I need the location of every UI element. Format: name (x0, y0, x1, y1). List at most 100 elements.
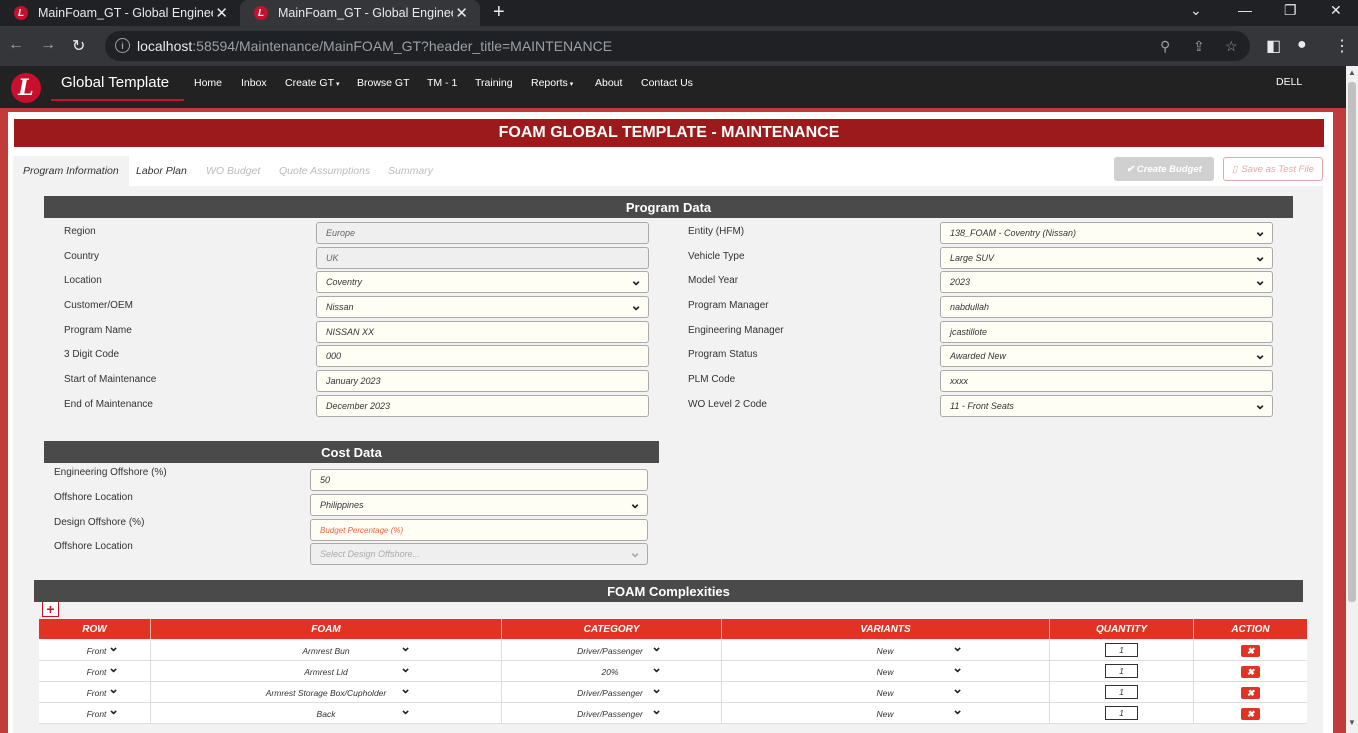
model-year-select[interactable]: 2023 (940, 271, 1273, 293)
vehicle-type-label: Vehicle Type (688, 251, 745, 262)
plm-code-label: PLM Code (688, 374, 736, 385)
quantity-input[interactable]: 1 (1105, 706, 1138, 720)
minimize-icon[interactable]: — (1238, 2, 1252, 18)
scrollbar-thumb[interactable] (1348, 82, 1356, 602)
variants-select[interactable]: New (807, 702, 963, 721)
close-tab-icon[interactable]: ✕ (215, 4, 228, 22)
brand-title[interactable]: Global Template (61, 74, 169, 91)
start-maintenance-input[interactable]: January 2023 (316, 370, 649, 392)
country-field: UK (316, 247, 649, 269)
row-select[interactable]: Front (74, 681, 119, 700)
program-manager-input[interactable]: nabdullah (940, 296, 1273, 318)
engineering-manager-input[interactable]: jcastillote (940, 321, 1273, 343)
design-offshore-input[interactable]: Budget Percentage (%) (310, 519, 648, 541)
create-budget-button[interactable]: ✔ Create Budget (1114, 157, 1214, 181)
plm-code-input[interactable]: xxxx (940, 370, 1273, 392)
variants-select[interactable]: New (807, 639, 963, 658)
customer-oem-label: Customer/OEM (64, 300, 133, 311)
vehicle-type-select[interactable]: Large SUV (940, 247, 1273, 269)
row-select[interactable]: Front (74, 702, 119, 721)
close-window-icon[interactable]: ✕ (1330, 2, 1342, 19)
delete-row-icon[interactable]: ✖ (1241, 708, 1260, 720)
tab-summary[interactable]: Summary (388, 156, 433, 186)
nav-create-gt[interactable]: Create GT ▾ (285, 77, 339, 89)
region-field: Europe (316, 222, 649, 244)
country-label: Country (64, 251, 100, 262)
url-path: :58594/Maintenance/MainFOAM_GT?header_ti… (192, 38, 613, 54)
scroll-up-icon[interactable]: ▲ (1348, 68, 1356, 77)
category-select[interactable]: Driver/Passenger (558, 639, 662, 658)
category-select[interactable]: Driver/Passenger (558, 702, 662, 721)
engineering-manager-label: Engineering Manager (688, 325, 784, 336)
nav-about[interactable]: About (595, 77, 622, 89)
program-status-select[interactable]: Awarded New (940, 345, 1273, 367)
delete-row-icon[interactable]: ✖ (1241, 687, 1260, 699)
end-maintenance-input[interactable]: December 2023 (316, 395, 649, 417)
brand-underline (51, 99, 184, 101)
tab-quote-assumptions[interactable]: Quote Assumptions (279, 156, 370, 186)
entity-select[interactable]: 138_FOAM - Coventry (Nissan) (940, 222, 1273, 244)
zoom-icon[interactable]: ⚲ (1160, 38, 1170, 55)
nav-reports[interactable]: Reports ▾ (531, 77, 573, 89)
foam-select[interactable]: Back (241, 702, 411, 721)
forward-icon[interactable]: → (40, 36, 56, 54)
col-row: ROW (39, 619, 151, 639)
engineering-offshore-input[interactable]: 50 (310, 469, 648, 491)
page-banner: FOAM GLOBAL TEMPLATE - MAINTENANCE (14, 119, 1324, 147)
star-icon[interactable]: ☆ (1225, 38, 1238, 55)
nav-browse-gt[interactable]: Browse GT (357, 77, 410, 89)
back-icon[interactable]: ← (8, 36, 24, 54)
nav-home[interactable]: Home (194, 77, 222, 89)
delete-row-icon[interactable]: ✖ (1241, 666, 1260, 678)
foam-select[interactable]: Armrest Bun (241, 639, 411, 658)
variants-select[interactable]: New (807, 681, 963, 700)
tab-labor-plan[interactable]: Labor Plan (136, 156, 187, 186)
url-bar[interactable]: i localhost:58594/Maintenance/MainFOAM_G… (105, 31, 1250, 61)
foam-select[interactable]: Armrest Storage Box/Cupholder (241, 681, 411, 700)
offshore-location-select[interactable]: Philippines (310, 494, 648, 516)
tab-wo-budget[interactable]: WO Budget (206, 156, 260, 186)
browser-tab-active[interactable]: L MainFoam_GT - Global Engineeri ✕ (240, 0, 480, 26)
quantity-input[interactable]: 1 (1105, 685, 1138, 699)
variants-select[interactable]: New (807, 660, 963, 679)
menu-icon[interactable]: ⋮ (1334, 36, 1350, 56)
address-toolbar: ← → ↻ i localhost:58594/Maintenance/Main… (0, 26, 1358, 66)
quantity-input[interactable]: 1 (1105, 643, 1138, 657)
category-select[interactable]: Driver/Passenger (558, 681, 662, 700)
location-select[interactable]: Coventry (316, 271, 649, 293)
nav-tm-1[interactable]: TM - 1 (427, 77, 457, 89)
sidepanel-icon[interactable]: ◧ (1266, 36, 1281, 56)
scroll-down-icon[interactable]: ▼ (1348, 718, 1356, 727)
quantity-input[interactable]: 1 (1105, 664, 1138, 678)
logo-icon[interactable]: L (11, 73, 41, 103)
nav-inbox[interactable]: Inbox (241, 77, 267, 89)
delete-row-icon[interactable]: ✖ (1241, 645, 1260, 657)
close-tab-icon[interactable]: ✕ (455, 4, 468, 22)
reload-icon[interactable]: ↻ (72, 36, 85, 56)
nav-contact-us[interactable]: Contact Us (641, 77, 693, 89)
foam-select[interactable]: Armrest Lid (241, 660, 411, 679)
new-tab-button[interactable]: + (493, 1, 505, 24)
add-row-button[interactable]: + (42, 601, 59, 617)
program-name-input[interactable]: NISSAN XX (316, 321, 649, 343)
tab-program-information[interactable]: Program Information (13, 156, 129, 186)
row-select[interactable]: Front (74, 660, 119, 679)
browser-tab[interactable]: L MainFoam_GT - Global Engineeri ✕ (0, 0, 240, 26)
customer-oem-select[interactable]: Nissan (316, 296, 649, 318)
info-icon[interactable]: i (115, 38, 130, 53)
user-name[interactable]: DELL (1276, 76, 1302, 88)
page-scrollbar[interactable]: ▲ ▼ (1346, 66, 1358, 733)
restore-icon[interactable]: ❐ (1284, 2, 1297, 19)
save-test-file-button[interactable]: ▯ Save as Test File (1223, 157, 1323, 181)
design-offshore-location-select[interactable]: Select Design Offshore... (310, 543, 648, 565)
category-select[interactable]: 20% (558, 660, 662, 679)
row-select[interactable]: Front (74, 639, 119, 658)
col-category: CATEGORY (502, 619, 722, 639)
digit-code-input[interactable]: 000 (316, 345, 649, 367)
wo-level-select[interactable]: 11 - Front Seats (940, 395, 1273, 417)
share-icon[interactable]: ⇪ (1193, 38, 1205, 55)
profile-icon[interactable]: ● (1297, 36, 1307, 54)
tab-search-icon[interactable]: ⌄ (1190, 2, 1202, 19)
col-quantity: QUANTITY (1050, 619, 1194, 639)
nav-training[interactable]: Training (475, 77, 513, 89)
